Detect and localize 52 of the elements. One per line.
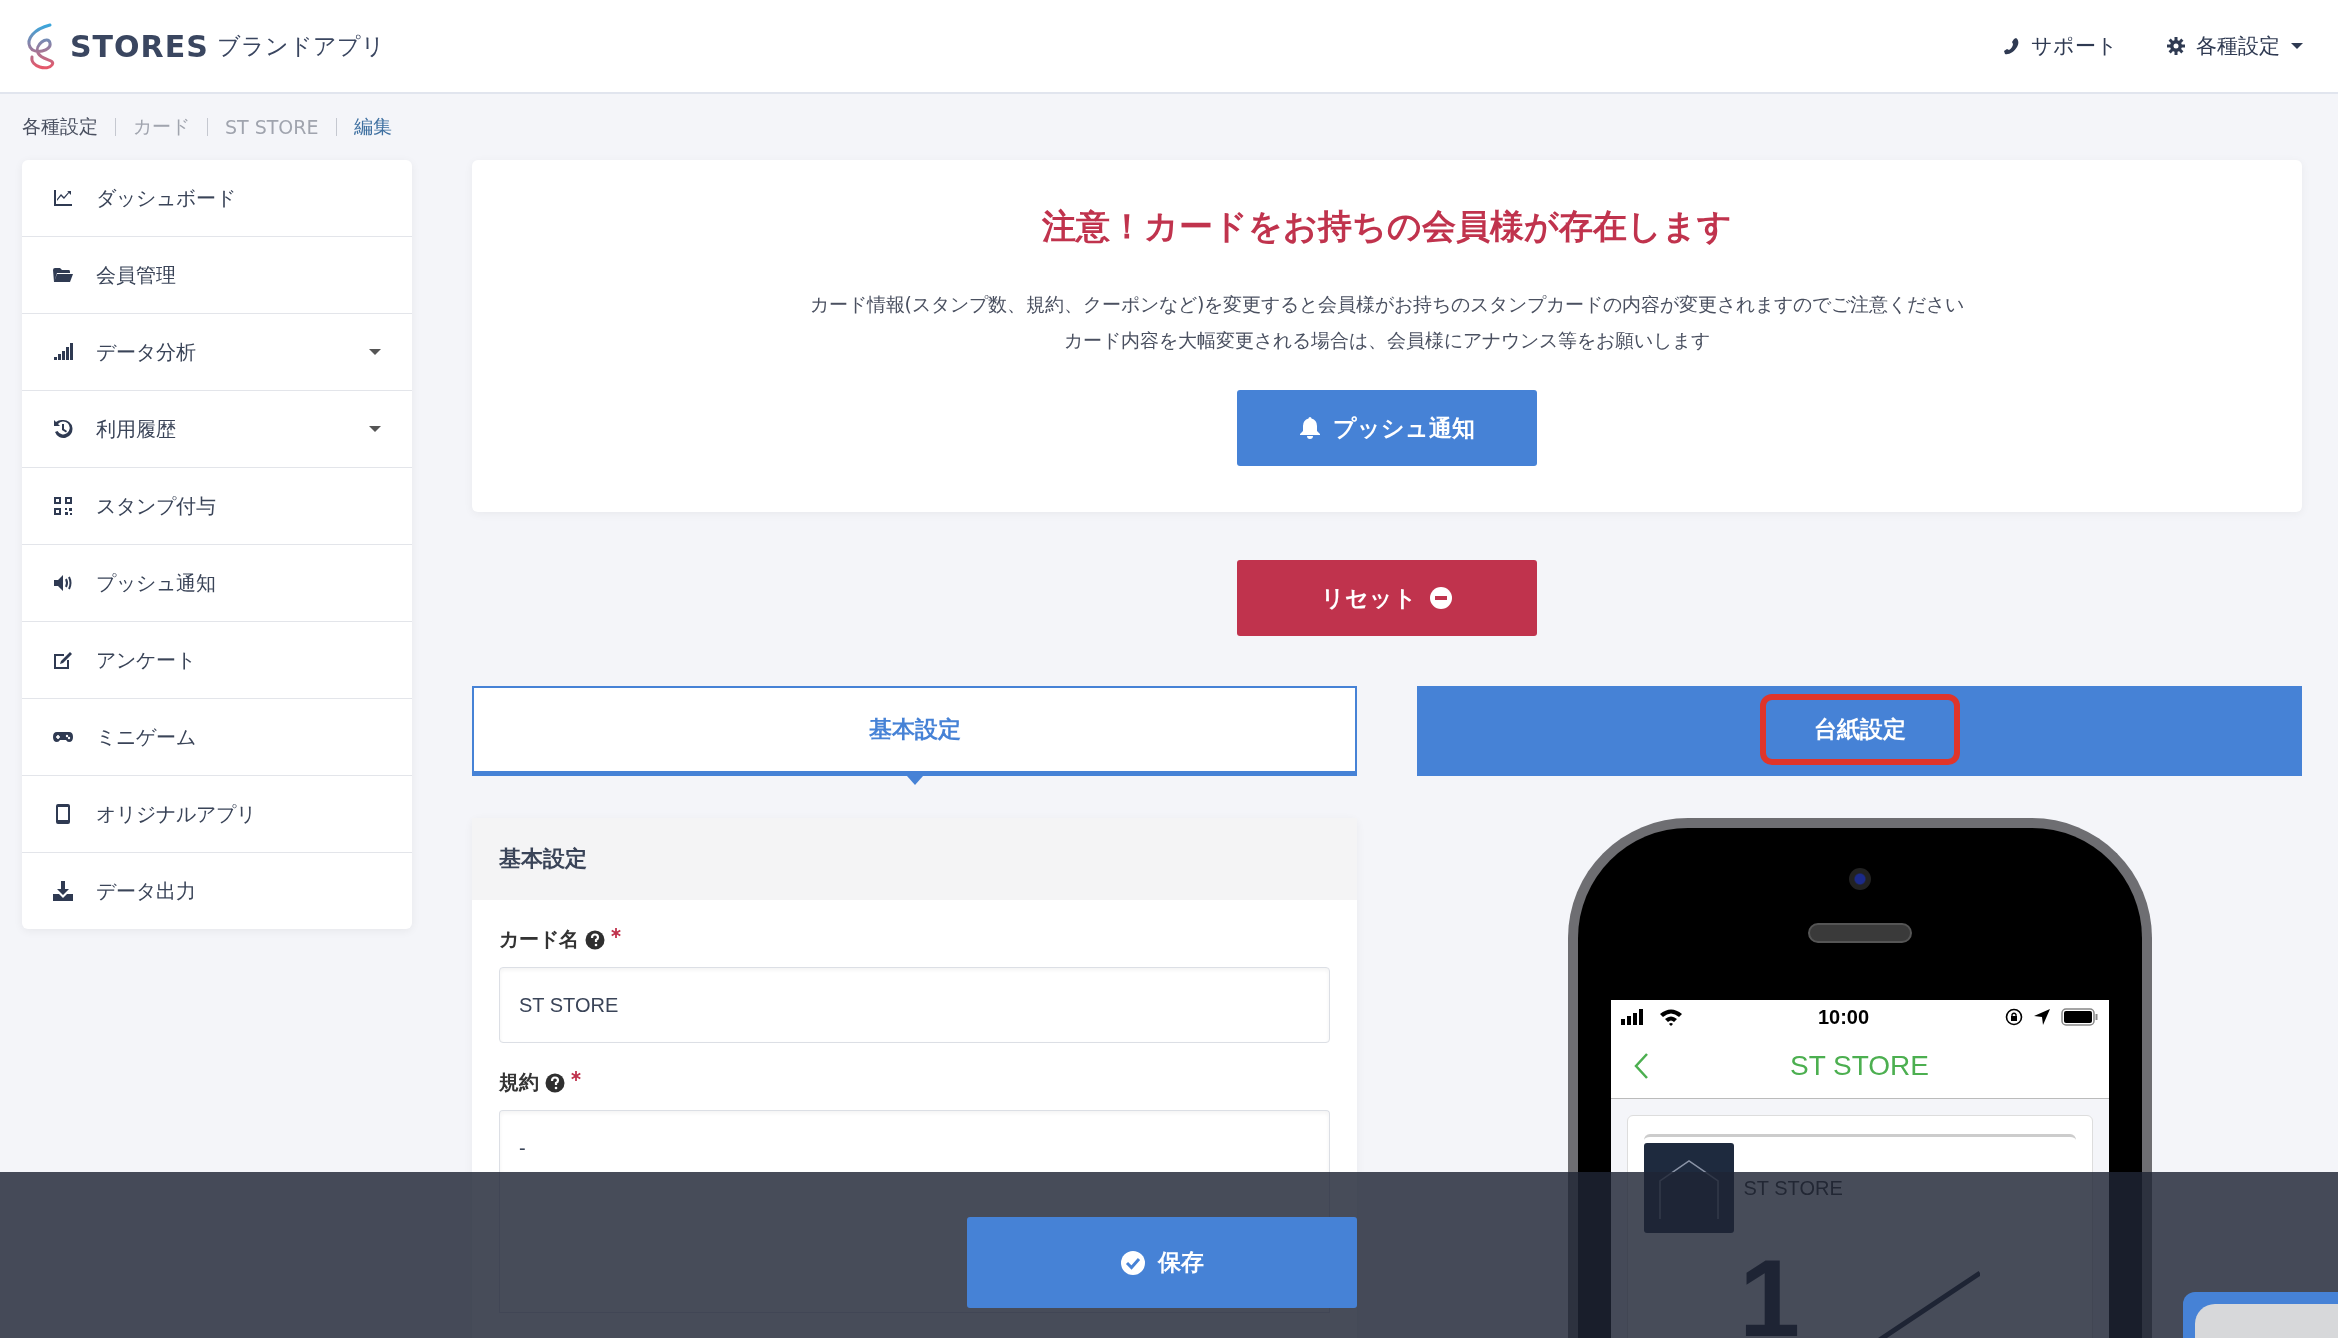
sidebar-item[interactable]: 会員管理	[22, 237, 412, 314]
camera-icon	[1848, 868, 1871, 890]
warning-title: 注意！カードをお持ちの会員様が存在します	[1042, 205, 1732, 248]
wifi-icon	[1658, 1008, 1683, 1026]
settings-icon	[2166, 36, 2186, 56]
location-arrow-icon	[2032, 1008, 2051, 1026]
design-tab[interactable]: 台紙設定	[1417, 686, 2302, 776]
sidebar-item[interactable]: データ分析	[22, 314, 412, 391]
settings-menu[interactable]: 各種設定	[2166, 32, 2304, 60]
download-icon	[52, 880, 74, 902]
help-icon[interactable]	[545, 1072, 565, 1093]
sidebar-item[interactable]: スタンプ付与	[22, 468, 412, 545]
logo-subtitle: ブランドアプリ	[216, 31, 385, 61]
battery-icon	[2060, 1008, 2099, 1026]
bar-chart-icon	[52, 341, 74, 363]
field-label: カード名	[499, 926, 579, 953]
field-label: 規約	[499, 1069, 539, 1096]
text-field[interactable]: -	[499, 1110, 1330, 1172]
text-field[interactable]: ST STORE	[499, 967, 1330, 1043]
phone-icon	[2001, 36, 2021, 56]
tab-pointer-icon	[906, 776, 923, 785]
form-title: 基本設定	[499, 846, 587, 871]
save-button[interactable]: 保存	[967, 1217, 1357, 1308]
breadcrumb-link[interactable]: 各種設定	[22, 114, 98, 140]
push-notification-button[interactable]: プッシュ通知	[1237, 390, 1537, 466]
notice-text: カード情報(スタンプ数、規約、クーポンなど)を変更すると会員様がお持ちのスタンプカードの内容が変更されますのでご注意ください	[809, 292, 1965, 317]
sidebar-item[interactable]: アンケート	[22, 622, 412, 699]
support-link[interactable]: サポート	[2001, 32, 2118, 60]
sidebar-item[interactable]: プッシュ通知	[22, 545, 412, 622]
qr-code-icon	[52, 495, 74, 517]
rotation-lock-icon	[2004, 1008, 2023, 1026]
chat-widget[interactable]	[2183, 1292, 2338, 1338]
edit-icon	[52, 649, 74, 671]
sidebar-item[interactable]: オリジナルアプリ	[22, 776, 412, 853]
back-icon[interactable]	[1632, 1052, 1649, 1080]
check-circle-icon	[1120, 1249, 1146, 1276]
breadcrumb-link[interactable]: 編集	[353, 114, 392, 140]
logo-text: STORES	[70, 28, 209, 64]
sidebar-item[interactable]: データ出力	[22, 853, 412, 929]
sidebar-item[interactable]: ダッシュボード	[22, 160, 412, 237]
history-icon	[52, 418, 74, 440]
bell-icon	[1299, 416, 1321, 440]
line-chart-icon	[52, 187, 74, 209]
settings-tab[interactable]: 基本設定	[472, 686, 1357, 776]
sidebar-item[interactable]: 利用履歴	[22, 391, 412, 468]
status-time: 10:00	[1816, 1005, 1871, 1029]
minus-circle-icon	[1429, 586, 1453, 610]
reset-button[interactable]: リセット	[1237, 560, 1537, 636]
notice-text: カード内容を大幅変更される場合は、会員様にアナウンス等をお願いします	[1064, 328, 1710, 353]
app-title: ST STORE	[1789, 1050, 1930, 1082]
help-icon[interactable]	[585, 929, 605, 950]
sidebar-item[interactable]: ミニゲーム	[22, 699, 412, 776]
